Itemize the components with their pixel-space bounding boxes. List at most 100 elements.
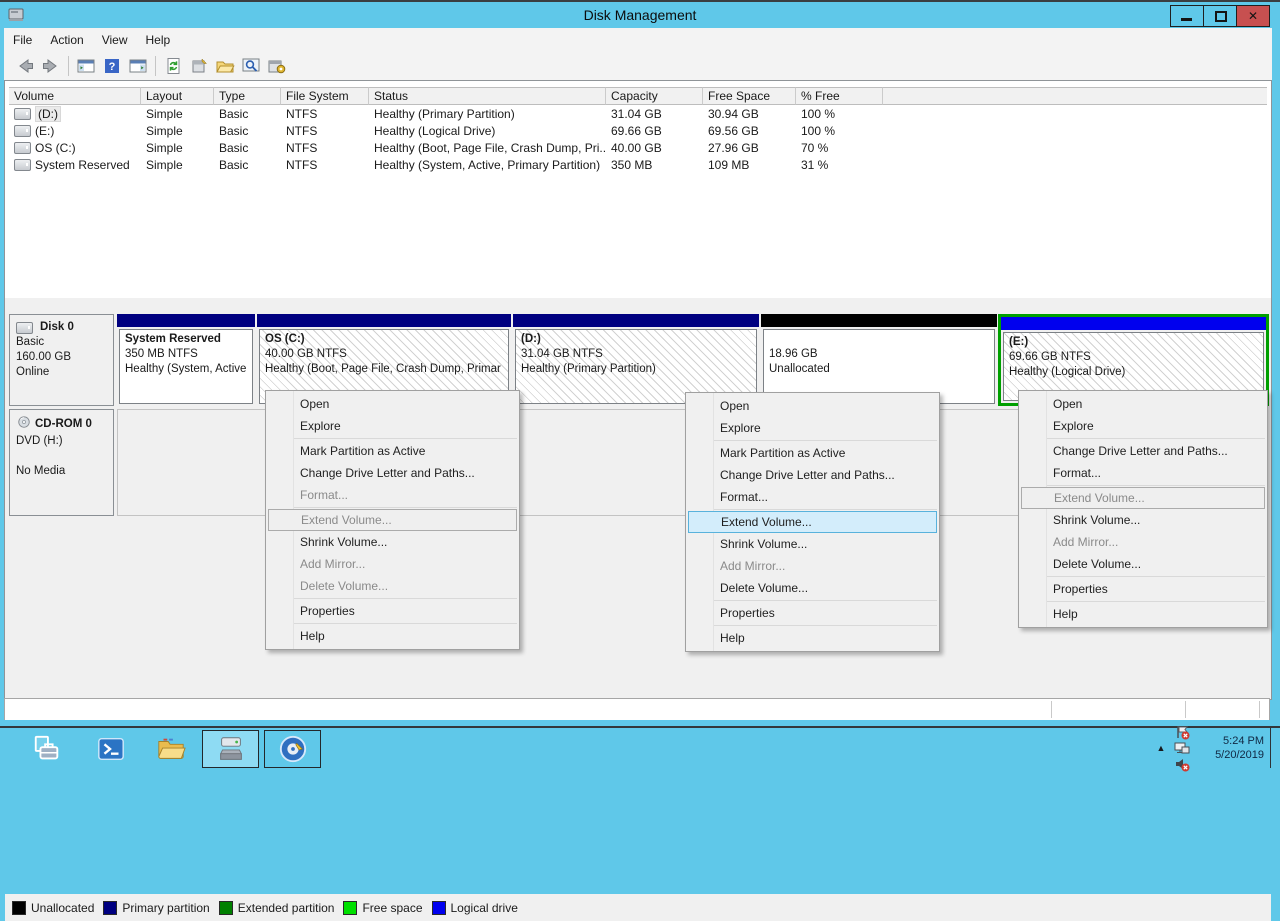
menuitem-shrink-volume[interactable]: Shrink Volume... — [266, 531, 519, 553]
notification-flag-icon[interactable] — [1172, 724, 1192, 740]
network-icon[interactable] — [1172, 740, 1192, 756]
menuitem-change-drive-letter-and-paths[interactable]: Change Drive Letter and Paths... — [266, 462, 519, 484]
show-desktop-button[interactable] — [1270, 728, 1280, 768]
taskbar-app-disk-management[interactable] — [202, 730, 259, 768]
column-header-capacity[interactable]: Capacity — [606, 87, 703, 105]
menu-separator — [714, 600, 937, 601]
volume-muted-icon[interactable] — [1172, 756, 1192, 772]
cell-pct: 31 % — [796, 158, 883, 172]
partition-status: Unallocated — [769, 362, 994, 377]
menuitem-change-drive-letter-and-paths[interactable]: Change Drive Letter and Paths... — [1019, 440, 1267, 462]
cell-status: Healthy (Logical Drive) — [369, 124, 606, 138]
partition-status: Healthy (Boot, Page File, Crash Dump, Pr… — [265, 362, 508, 377]
menuitem-shrink-volume[interactable]: Shrink Volume... — [1019, 509, 1267, 531]
cell-volume: (E:) — [9, 124, 141, 138]
taskbar-app-powershell[interactable] — [82, 730, 139, 768]
menuitem-properties[interactable]: Properties — [266, 600, 519, 622]
menubar-item-file[interactable]: File — [4, 29, 41, 52]
table-row[interactable]: OS (C:)SimpleBasicNTFSHealthy (Boot, Pag… — [9, 139, 1267, 156]
menuitem-open[interactable]: Open — [686, 395, 939, 417]
cell-type: Basic — [214, 158, 281, 172]
cell-capacity: 31.04 GB — [606, 107, 703, 121]
menuitem-open[interactable]: Open — [1019, 393, 1267, 415]
legend-item-extended-partition: Extended partition — [219, 901, 335, 915]
taskbar-app-disk-tool[interactable] — [264, 730, 321, 768]
table-row[interactable]: System ReservedSimpleBasicNTFSHealthy (S… — [9, 156, 1267, 173]
menuitem-explore[interactable]: Explore — [266, 415, 519, 437]
menuitem-format[interactable]: Format... — [1019, 462, 1267, 484]
column-header-volume[interactable]: Volume — [9, 87, 141, 105]
column-header-filler — [883, 87, 1267, 105]
cell-fs: NTFS — [281, 107, 369, 121]
cell-volume: OS (C:) — [9, 141, 141, 155]
legend-swatch — [219, 901, 233, 915]
disk0-status: Online — [16, 365, 113, 380]
cdrom-label-panel[interactable]: CD-ROM 0 DVD (H:) No Media — [9, 409, 114, 516]
volume-name: (E:) — [35, 124, 54, 138]
column-header-type[interactable]: Type — [214, 87, 281, 105]
statusbar-divider — [1051, 701, 1052, 718]
help-icon[interactable]: ? — [100, 54, 124, 78]
table-row[interactable]: (D:)SimpleBasicNTFSHealthy (Primary Part… — [9, 105, 1267, 122]
menuitem-properties[interactable]: Properties — [686, 602, 939, 624]
menubar-item-action[interactable]: Action — [41, 29, 92, 52]
menuitem-properties[interactable]: Properties — [1019, 578, 1267, 600]
menuitem-explore[interactable]: Explore — [686, 417, 939, 439]
menuitem-help[interactable]: Help — [266, 625, 519, 647]
menuitem-help[interactable]: Help — [686, 627, 939, 649]
properties-icon[interactable] — [187, 54, 211, 78]
menuitem-change-drive-letter-and-paths[interactable]: Change Drive Letter and Paths... — [686, 464, 939, 486]
show-console-tree-icon[interactable] — [74, 54, 98, 78]
table-row[interactable]: (E:)SimpleBasicNTFSHealthy (Logical Driv… — [9, 122, 1267, 139]
disk0-label-panel[interactable]: Disk 0 Basic 160.00 GB Online — [9, 314, 114, 406]
forward-icon[interactable] — [39, 54, 63, 78]
menubar-item-help[interactable]: Help — [137, 29, 180, 52]
cell-layout: Simple — [141, 124, 214, 138]
clock-date: 5/20/2019 — [1198, 748, 1264, 762]
menuitem-delete-volume[interactable]: Delete Volume... — [1019, 553, 1267, 575]
minimize-button[interactable] — [1171, 6, 1203, 26]
find-icon[interactable] — [239, 54, 263, 78]
open-icon[interactable] — [213, 54, 237, 78]
back-icon[interactable] — [13, 54, 37, 78]
column-header-free-space[interactable]: Free Space — [703, 87, 796, 105]
taskbar-app-server-manager[interactable] — [18, 730, 75, 768]
legend-swatch — [343, 901, 357, 915]
column-header-free[interactable]: % Free — [796, 87, 883, 105]
taskbar-clock[interactable]: 5:24 PM 5/20/2019 — [1198, 734, 1264, 762]
cell-fs: NTFS — [281, 141, 369, 155]
partition-title: OS (C:) — [265, 332, 508, 347]
partition-system-reserved[interactable]: System Reserved350 MB NTFSHealthy (Syste… — [117, 314, 255, 406]
menuitem-delete-volume[interactable]: Delete Volume... — [686, 577, 939, 599]
taskbar-app-file-explorer[interactable] — [142, 730, 199, 768]
cell-capacity: 69.66 GB — [606, 124, 703, 138]
legend-item-primary-partition: Primary partition — [103, 901, 209, 915]
tray-expand-icon[interactable]: ▲ — [1152, 743, 1170, 753]
context-menu-1: OpenExplore Mark Partition as ActiveChang… — [265, 390, 520, 650]
menuitem-explore[interactable]: Explore — [1019, 415, 1267, 437]
menu-separator — [1047, 485, 1265, 486]
menuitem-shrink-volume[interactable]: Shrink Volume... — [686, 533, 939, 555]
menubar-item-view[interactable]: View — [93, 29, 137, 52]
menuitem-mark-partition-as-active[interactable]: Mark Partition as Active — [266, 440, 519, 462]
menuitem-open[interactable]: Open — [266, 393, 519, 415]
menuitem-extend-volume[interactable]: Extend Volume... — [688, 511, 937, 533]
menuitem-mark-partition-as-active[interactable]: Mark Partition as Active — [686, 442, 939, 464]
column-header-layout[interactable]: Layout — [141, 87, 214, 105]
refresh-icon[interactable] — [161, 54, 185, 78]
menu-separator — [294, 623, 517, 624]
settings-icon[interactable] — [265, 54, 289, 78]
cell-layout: Simple — [141, 141, 214, 155]
maximize-button[interactable] — [1203, 6, 1236, 26]
column-header-status[interactable]: Status — [369, 87, 606, 105]
column-header-file-system[interactable]: File System — [281, 87, 369, 105]
partition-header-logical — [1001, 317, 1266, 330]
legend-label: Unallocated — [31, 901, 94, 915]
close-button[interactable] — [1236, 6, 1269, 26]
menuitem-format[interactable]: Format... — [686, 486, 939, 508]
partition-header-unallocated — [761, 314, 997, 327]
legend-bar: Unallocated Primary partition Extended par… — [5, 894, 1271, 921]
menuitem-help[interactable]: Help — [1019, 603, 1267, 625]
show-action-pane-icon[interactable] — [126, 54, 150, 78]
system-tray: ▲ 5:24 PM 5/20/2019 — [1152, 728, 1280, 768]
